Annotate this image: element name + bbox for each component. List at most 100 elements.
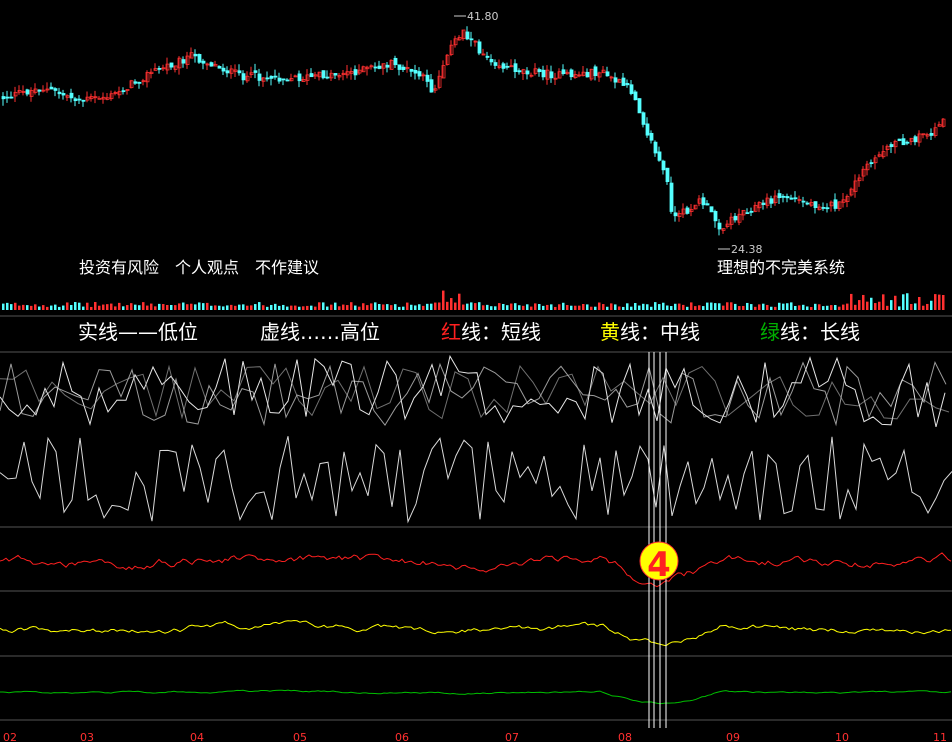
volume-bar [594, 306, 597, 310]
volume-bar [122, 306, 125, 310]
disclaimer-note: 投资有风险 个人观点 不作建议 [79, 258, 319, 277]
volume-bar [738, 306, 741, 310]
volume-bar [726, 302, 729, 310]
volume-bar [850, 293, 853, 310]
volume-bar [6, 302, 9, 310]
volume-bar [894, 295, 897, 310]
volume-bar [838, 306, 841, 310]
volume-bar [510, 303, 513, 310]
candle-body [913, 136, 918, 143]
volume-bar [254, 304, 257, 310]
volume-bar [182, 302, 185, 310]
volume-bar [450, 298, 453, 310]
candle-body [833, 199, 838, 209]
volume-bar [926, 303, 929, 310]
volume-bar [66, 302, 69, 310]
candle-body [269, 75, 274, 79]
volume-bar [854, 304, 857, 310]
legend-red: 红线：短线 [441, 320, 541, 344]
x-tick-label: 04 [190, 731, 204, 742]
volume-bar [582, 304, 585, 310]
volume-bar [78, 302, 81, 310]
volume-bar [930, 300, 933, 310]
candle-body [501, 63, 506, 69]
candle-body [321, 70, 326, 79]
volume-bar [706, 302, 709, 310]
volume-bar [602, 304, 605, 310]
volume-bar [354, 305, 357, 310]
candle-body [685, 207, 690, 214]
oscillator-lines [0, 354, 952, 524]
candle-body [713, 211, 718, 222]
candle-body [133, 81, 138, 84]
volume-bar [762, 303, 765, 310]
volume-bar [886, 305, 889, 310]
volume-bar [486, 304, 489, 310]
volume-bar [458, 293, 461, 310]
volume-bar [146, 305, 149, 310]
volume-bar [562, 302, 565, 310]
low-annotation: 24.38 [718, 243, 763, 256]
candle-body [237, 70, 242, 74]
volume-bar [358, 306, 361, 310]
x-tick-label: 10 [835, 731, 849, 742]
volume-bar [94, 302, 97, 310]
volume-bar [722, 305, 725, 310]
volume-bar [734, 303, 737, 310]
volume-bar [318, 302, 321, 310]
volume-bar [858, 300, 861, 310]
volume-bar [98, 305, 101, 310]
candle-body [225, 70, 230, 74]
candle-body [429, 79, 434, 93]
volume-bar [502, 303, 505, 310]
volume-bar [934, 294, 937, 310]
volume-bar [542, 305, 545, 310]
candle-body [493, 62, 498, 66]
candle-body [221, 67, 226, 72]
candle-body [169, 62, 174, 68]
candle-body [525, 70, 530, 75]
volume-bar [282, 304, 285, 310]
candle-body [641, 112, 646, 125]
volume-bar [814, 303, 817, 310]
candle-body [569, 69, 574, 78]
volume-bar [158, 303, 161, 310]
candle-body [297, 73, 302, 82]
volume-bar [386, 304, 389, 310]
volume-bar [262, 305, 265, 310]
candle-body [801, 200, 806, 203]
candle-body [9, 96, 14, 99]
candle-body [137, 81, 142, 84]
candle-body [805, 202, 810, 205]
volume-bar [18, 305, 21, 310]
oscillator-line [0, 436, 952, 524]
volume-bar [550, 304, 553, 310]
volume-bar [302, 306, 305, 310]
volume-bar [90, 306, 93, 310]
candle-body [637, 98, 642, 114]
volume-bar [14, 302, 17, 310]
legend-red-prefix: 红 [441, 320, 461, 344]
volume-bar [338, 306, 341, 310]
candle-body [625, 83, 630, 86]
volume-bar [178, 303, 181, 310]
volume-bar [114, 306, 117, 310]
volume-bar [130, 303, 133, 310]
candle-body [257, 73, 262, 81]
candle-body [869, 162, 874, 165]
volume-bar [398, 306, 401, 310]
legend-yellow-prefix: 黄 [600, 320, 620, 344]
volume-bar [778, 302, 781, 310]
candle-body [281, 78, 286, 81]
candle-body [513, 63, 518, 72]
candle-body [401, 66, 406, 70]
volume-bar [330, 304, 333, 310]
trend-line [0, 619, 952, 647]
marker-badge: 4 [639, 541, 679, 585]
candle-body [397, 64, 402, 70]
candle-body [485, 55, 490, 58]
candle-body [413, 69, 418, 74]
volume-bar [558, 304, 561, 310]
volume-bar [410, 304, 413, 310]
candle-body [613, 77, 618, 83]
